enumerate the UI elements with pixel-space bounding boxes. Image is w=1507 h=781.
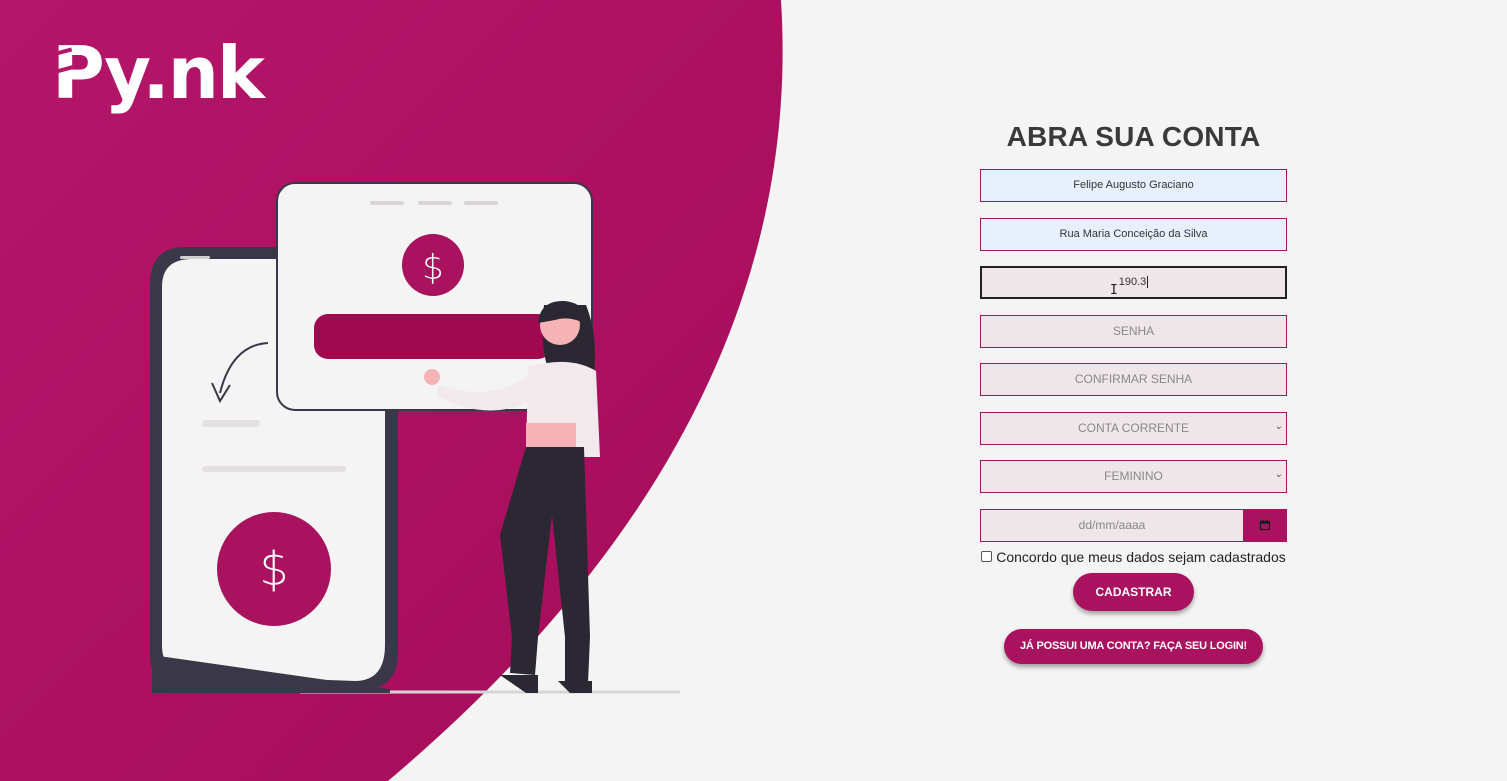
form-title: ABRA SUA CONTA xyxy=(1006,121,1261,152)
consent-row: Concordo que meus dados sejam cadastrado… xyxy=(980,549,1287,565)
calendar-button[interactable] xyxy=(1243,508,1287,542)
chevron-down-icon: ⌄ xyxy=(1274,469,1283,480)
birthdate-field: dd/mm/aaaa xyxy=(980,508,1287,542)
consent-label: Concordo que meus dados sejam cadastrado… xyxy=(996,548,1286,565)
account-type-value: CONTA CORRENTE xyxy=(980,411,1287,445)
consent-checkbox[interactable] xyxy=(981,551,993,562)
birthdate-input[interactable]: dd/mm/aaaa xyxy=(980,508,1243,542)
gender-select[interactable]: FEMININO ⌄ xyxy=(980,460,1287,493)
account-type-select[interactable]: CONTA CORRENTE ⌄ xyxy=(980,411,1287,445)
address-input[interactable]: Rua Maria Conceição da Silva xyxy=(980,217,1287,251)
register-form: ABRA SUA CONTA Felipe Augusto Graciano R… xyxy=(980,118,1287,664)
chevron-down-icon: ⌄ xyxy=(1274,420,1283,432)
confirm-password-input[interactable]: CONFIRMAR SENHA xyxy=(980,363,1287,396)
name-input[interactable]: Felipe Augusto Graciano xyxy=(980,169,1287,202)
brand-logo[interactable]: Py.nk xyxy=(52,30,282,120)
phone-input-value: 190.3 xyxy=(1118,276,1147,288)
login-link-button[interactable]: JÁ POSSUI UMA CONTA? FAÇA SEU LOGIN! xyxy=(1004,628,1263,664)
dollar-icon: $ xyxy=(259,542,288,596)
phone-input[interactable]: 190.3 I xyxy=(980,266,1287,299)
register-button[interactable]: CADASTRAR xyxy=(1073,572,1194,611)
hero-illustration: $ $ xyxy=(150,182,680,694)
password-input[interactable]: SENHA xyxy=(980,314,1287,348)
mouse-ibeam-cursor: I xyxy=(1110,283,1118,298)
text-caret xyxy=(1147,276,1149,288)
gender-value: FEMININO xyxy=(980,460,1287,493)
svg-text:Py.nk: Py.nk xyxy=(52,31,267,115)
svg-text:$: $ xyxy=(422,248,444,288)
calendar-icon xyxy=(1259,519,1271,531)
